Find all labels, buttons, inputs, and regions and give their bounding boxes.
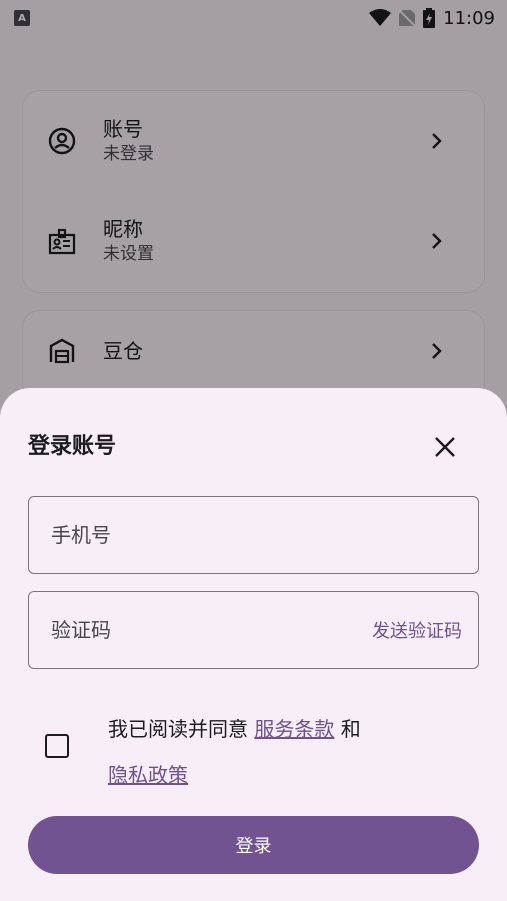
phone-field — [28, 496, 479, 574]
agree-and: 和 — [340, 717, 361, 741]
code-input[interactable] — [51, 592, 351, 668]
privacy-link[interactable]: 隐私政策 — [108, 763, 188, 787]
code-field: 发送验证码 — [28, 591, 479, 669]
close-button[interactable] — [428, 430, 462, 464]
login-bottom-sheet: 登录账号 发送验证码 我已阅读并同意 服务条款 和 隐私政策 登录 — [0, 388, 507, 901]
login-button[interactable]: 登录 — [28, 816, 479, 874]
agreement-text: 我已阅读并同意 服务条款 和 隐私政策 — [108, 706, 448, 798]
close-icon — [435, 437, 455, 457]
sheet-title: 登录账号 — [28, 434, 117, 459]
terms-link[interactable]: 服务条款 — [254, 717, 334, 741]
agree-prefix: 我已阅读并同意 — [108, 717, 248, 741]
send-code-button[interactable]: 发送验证码 — [372, 592, 462, 668]
agree-checkbox[interactable] — [45, 734, 69, 758]
phone-input[interactable] — [51, 497, 351, 573]
